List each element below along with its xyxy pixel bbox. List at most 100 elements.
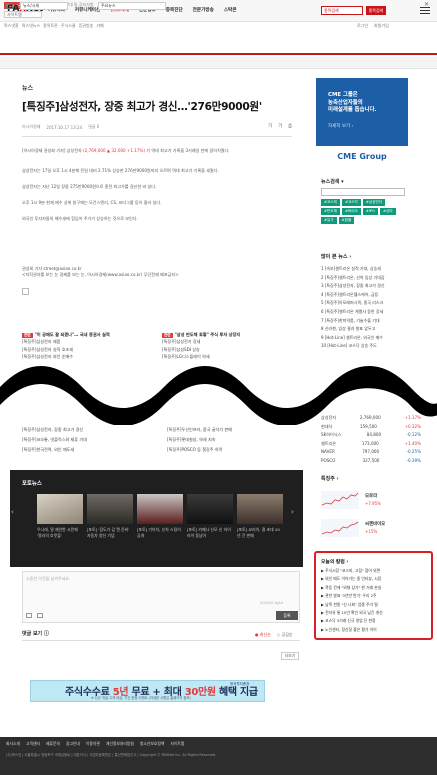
footer-link[interactable]: 고객센터 xyxy=(26,741,40,747)
more-comments-button[interactable]: 더보기 xyxy=(281,652,299,660)
list-item[interactable]: ▶ 전자유 통 10년 확인 외국 남긴 개선 xyxy=(321,609,429,617)
list-item[interactable]: [특징주]삼성전자 외인 순매수 xyxy=(22,353,152,361)
stock-search-input[interactable]: 종목검색 xyxy=(321,6,363,15)
news-tag[interactable]: #IPO xyxy=(362,208,378,215)
photo-news-item[interactable]: [포토] 카메나 신모 신 하이라이 동남아 xyxy=(187,494,233,538)
news-tag[interactable]: #코스닥 xyxy=(341,199,361,206)
featured-stocks-title[interactable]: 특징주 › xyxy=(321,475,339,482)
list-item[interactable]: [특징주]삼성전자 실적 호조세 xyxy=(22,346,152,354)
list-item[interactable]: 5 [특징주]아모레퍼시픽, 중국 리스크 xyxy=(321,299,411,308)
breadcrumb-select-category[interactable]: 주요뉴스 xyxy=(98,2,166,10)
sort-latest-radio[interactable]: ● 최신순 xyxy=(255,632,271,638)
subnav-item[interactable]: 종목토론 xyxy=(43,23,58,29)
font-decrease-button[interactable]: 가 xyxy=(268,123,272,129)
nav-stock-diagnosis[interactable]: 종목진단 xyxy=(166,7,183,13)
list-item[interactable]: [특징주]LG디스플레이 약세 xyxy=(162,353,292,361)
list-item[interactable]: 2 [특징주]셀트리온, 신약 임상 기대감 xyxy=(321,274,411,283)
footer-link[interactable]: 이용약관 xyxy=(86,741,100,747)
most-viewed-title[interactable]: 많이 본 뉴스 › xyxy=(321,253,351,260)
news-tag[interactable]: #반도체 xyxy=(321,208,340,215)
table-row[interactable]: NAVER 797,000 -0.25% xyxy=(321,448,421,457)
font-increase-button[interactable]: 가 xyxy=(278,123,282,129)
chevron-right-icon[interactable]: › xyxy=(291,508,294,516)
nav-communication[interactable]: 커뮤니케이션 xyxy=(75,7,100,13)
list-item[interactable]: [특징주]코오롱, 넷플릭스와 제휴 기대 xyxy=(22,435,157,445)
sort-likes-radio[interactable]: ○ 공감순 xyxy=(277,632,293,638)
photo-news-item[interactable]: [포토] 기아차, 신차 스팅어 공개 xyxy=(137,494,183,538)
list-item[interactable]: ▶ 관만 발표 '3년만 반기' 우리 2주 xyxy=(321,592,429,600)
footer-link[interactable]: 회사소개 xyxy=(6,741,20,747)
today-column-title[interactable]: 오늘의 칼럼 › xyxy=(321,558,348,565)
list-item[interactable]: 4 [특징주]셀트리온헬스케어, 급등 xyxy=(321,291,411,300)
photo-news-item[interactable]: [포토] '장도가 갑 캔 준비' 자동차 양산 기념 xyxy=(87,494,133,538)
list-item[interactable]: ▶ 노인센터, 정신정 좋은 평가 이어 xyxy=(321,626,429,634)
table-row[interactable]: POSCO 327,500 -0.39% xyxy=(321,457,421,466)
home-icon[interactable] xyxy=(6,3,13,9)
subnav-item[interactable]: 팍스넷뉴스 xyxy=(22,23,40,29)
table-row[interactable]: 삼성전자 2,769,000 +1.17% xyxy=(321,414,421,423)
list-item[interactable]: [특징주]두산인프라, 중국 굴삭기 판매 xyxy=(167,425,302,435)
hamburger-menu-icon[interactable] xyxy=(420,7,430,15)
share-icon[interactable] xyxy=(22,288,29,295)
emoticon-icon[interactable] xyxy=(37,613,43,618)
list-item[interactable]: 7 [특징주]한미약품, 기술수출 기대 xyxy=(321,317,411,326)
comment-submit-button[interactable]: 등록 xyxy=(276,611,298,620)
ad-cta[interactable]: 자세히 보기 › xyxy=(328,123,353,129)
nav-stockcon[interactable]: 스탁콘 xyxy=(224,7,237,13)
list-item[interactable]: 9 [Hot-Line] 셀트리온, 외국인 매수 xyxy=(321,334,411,343)
chevron-left-icon[interactable]: ‹ xyxy=(11,508,14,516)
featured-stock-item[interactable]: 씨젠바이오 +15% xyxy=(321,519,411,539)
cme-ad-banner[interactable]: CME 그룹은 농축산업자들의 미래설계를 돕습니다. 자세히 보기 › CME G… xyxy=(316,78,408,168)
table-row[interactable]: 현대차 159,500 +0.32% xyxy=(321,423,421,432)
table-row[interactable]: 셀트리온 173,000 +1.40% xyxy=(321,440,421,449)
footer-link[interactable]: 개인정보처리방침 xyxy=(106,741,134,747)
subnav-item[interactable]: 카페 xyxy=(96,23,103,29)
list-item[interactable]: [특징주]삼성SDI 상승 xyxy=(162,346,292,354)
news-search-input[interactable] xyxy=(321,188,405,196)
footer-link[interactable]: 청소년보호정책 xyxy=(140,741,164,747)
login-link[interactable]: 로그인 xyxy=(357,23,368,29)
list-item[interactable]: ▶ 남쪽 천원 "신 나회" 업종 주가 떨 xyxy=(321,601,429,609)
news-tag[interactable]: #유가 xyxy=(321,217,337,224)
list-item[interactable]: [특징주]삼성전자 제품 xyxy=(22,338,152,346)
news-tag[interactable]: #바이오 xyxy=(341,208,361,215)
signup-link[interactable]: 회원가입 xyxy=(374,23,389,29)
news-tag[interactable]: #금리 xyxy=(379,208,396,215)
footer-link[interactable]: 광고안내 xyxy=(66,741,80,747)
featured-stock-item[interactable]: 모로라 +7.95% xyxy=(321,491,411,511)
news-search-title[interactable]: 뉴스검색 ▾ xyxy=(321,178,344,185)
photo-news-item[interactable]: 우나래, 말 제안한 시민께 '알리의 흐뭇을' xyxy=(37,494,83,538)
subnav-item[interactable]: 증권방송 xyxy=(79,23,94,29)
list-item[interactable]: [특징주]삼성전기 강세 xyxy=(162,338,292,346)
nav-expert-broadcast[interactable]: 전문가방송 xyxy=(193,7,214,13)
list-item[interactable]: 3 [특징주]삼성전자, 장중 최고가 경신 xyxy=(321,282,411,291)
list-item[interactable]: ▶ 외인 매도 이어가는 중 인터뷰, 시장 xyxy=(321,575,429,583)
list-item[interactable]: 6 [특징주]셀트리온 계열사 동반 강세 xyxy=(321,308,411,317)
footer-link[interactable]: 사이트맵 xyxy=(170,741,184,747)
list-item[interactable]: [특징주]롯데칠성, 약세 지속 xyxy=(167,435,302,445)
list-item[interactable]: 10 [Hot-Line] 코스닥 상승 주도 xyxy=(321,342,411,351)
print-button[interactable]: ⎙ xyxy=(288,123,292,129)
stock-quote-link[interactable]: (2,769,000 ▲ 32,000 +1.17%) xyxy=(83,148,145,153)
list-item[interactable]: ▶ 주식시장 "코스피, 고점" 접어 외면 xyxy=(321,567,429,575)
list-item[interactable]: 8 신라젠, 임상 결과 발표 앞두고 xyxy=(321,325,411,334)
news-tag[interactable]: #삼성전자 xyxy=(362,199,386,206)
subnav-item[interactable]: 주식스쿨 xyxy=(61,23,76,29)
image-icon[interactable] xyxy=(26,613,32,618)
comments-title[interactable]: 댓글 보기 ⓘ xyxy=(22,630,49,637)
photo-news-item[interactable]: [포토] 코리아, 결 초대 20년 간 판매 xyxy=(237,494,283,538)
list-item[interactable]: ▶ 폭등 칸에 "외채 상가" 한 거래 손실 xyxy=(321,584,429,592)
subnav-item[interactable]: 팍스넷홈 xyxy=(4,23,19,29)
table-row[interactable]: SK하이닉스 84,800 -0.12% xyxy=(321,431,421,440)
list-item[interactable]: ▶ 코스닥 3거래 신규 영업 단 한정 xyxy=(321,617,429,625)
article-comment-count[interactable]: 댓글 0 xyxy=(88,124,99,130)
list-item[interactable]: [특징주]한국전력, 외인 매도세 xyxy=(22,445,157,455)
news-tag[interactable]: #환율 xyxy=(338,217,355,224)
list-item[interactable]: [특징주]삼성전자, 장중 최고가 경신 xyxy=(22,425,157,435)
news-tag[interactable]: #코스피 xyxy=(321,199,340,206)
breadcrumb-select-section[interactable]: 뉴스/시세 xyxy=(20,2,68,10)
list-item[interactable]: [특징주]POSCO 등 철강주 하락 xyxy=(167,445,302,455)
list-item[interactable]: 1 [속보]셀트리온 실적 기대, 상승세 xyxy=(321,265,411,274)
stock-search-button[interactable]: 종목검색 xyxy=(366,6,386,15)
footer-link[interactable]: 제휴문의 xyxy=(46,741,60,747)
